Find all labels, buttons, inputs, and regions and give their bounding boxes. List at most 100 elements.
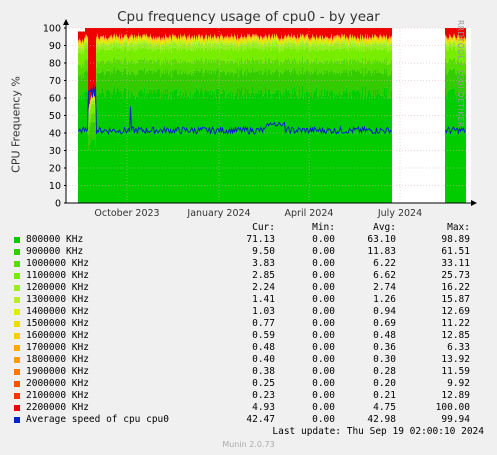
stack-segment xyxy=(188,49,190,62)
stack-segment xyxy=(161,61,163,73)
stack-segment xyxy=(322,36,324,38)
stack-segment xyxy=(166,72,168,94)
stack-segment xyxy=(144,46,146,58)
stack-segment xyxy=(252,39,254,42)
stack-segment xyxy=(207,46,209,52)
stack-segment xyxy=(121,40,123,43)
stack-segment xyxy=(382,95,384,203)
stack-segment xyxy=(246,39,248,40)
stack-segment xyxy=(230,28,232,37)
stack-segment xyxy=(134,37,136,39)
stack-segment xyxy=(340,42,342,44)
stack-segment xyxy=(267,63,269,75)
stack-segment xyxy=(237,36,239,38)
stack-segment xyxy=(453,28,455,35)
stack-segment xyxy=(204,40,206,41)
stack-segment xyxy=(336,36,338,37)
stack-segment xyxy=(264,72,266,94)
stack-segment xyxy=(338,49,340,62)
stack-segment xyxy=(167,40,169,42)
stack-segment xyxy=(390,40,392,42)
stack-segment xyxy=(315,42,317,45)
stack-segment xyxy=(260,37,262,39)
stack-segment xyxy=(129,38,131,40)
stack-segment xyxy=(328,41,330,43)
stack-segment xyxy=(280,50,282,62)
stack-segment xyxy=(201,28,203,36)
stack-segment xyxy=(200,40,202,43)
stack-segment xyxy=(379,93,381,203)
stack-segment xyxy=(85,37,87,39)
stack-segment xyxy=(387,42,389,44)
stack-segment xyxy=(376,61,378,73)
stack-segment xyxy=(261,28,263,37)
stack-segment xyxy=(305,73,307,97)
stack-segment xyxy=(132,93,134,203)
stack-segment xyxy=(138,70,140,92)
stack-segment xyxy=(357,48,359,60)
stack-segment xyxy=(84,39,86,40)
stack-segment xyxy=(240,37,242,39)
stack-segment xyxy=(236,28,238,39)
stack-segment xyxy=(203,75,205,98)
stack-segment xyxy=(350,35,352,36)
stack-segment xyxy=(270,45,272,51)
stack-segment xyxy=(359,62,361,73)
stack-segment xyxy=(205,43,207,48)
stack-segment xyxy=(202,39,204,42)
stack-segment xyxy=(99,28,101,39)
stack-segment xyxy=(240,39,242,41)
stack-segment xyxy=(351,51,353,64)
stack-segment xyxy=(326,42,328,45)
stack-segment xyxy=(96,40,98,42)
stack-segment xyxy=(260,90,262,203)
stack-segment xyxy=(291,71,293,94)
stack-segment xyxy=(83,49,85,55)
stack-segment xyxy=(175,43,177,48)
stack-segment xyxy=(191,28,193,37)
stack-segment xyxy=(354,37,356,39)
stack-segment xyxy=(329,41,331,43)
stack-segment xyxy=(99,46,101,52)
stack-segment xyxy=(244,48,246,61)
stack-segment xyxy=(122,75,124,98)
stack-segment xyxy=(189,35,191,37)
stack-segment xyxy=(145,35,147,36)
stack-segment xyxy=(202,36,204,37)
stack-segment xyxy=(112,28,114,38)
stack-segment xyxy=(364,74,366,96)
stack-segment xyxy=(185,37,187,39)
stack-segment xyxy=(107,40,109,41)
stack-segment xyxy=(362,40,364,43)
stack-segment xyxy=(294,67,296,88)
stack-segment xyxy=(292,40,294,43)
stack-segment xyxy=(454,39,456,42)
stack-segment xyxy=(359,43,361,45)
stack-segment xyxy=(168,38,170,40)
stack-segment xyxy=(445,36,447,38)
stack-segment xyxy=(145,37,147,39)
stack-segment xyxy=(317,43,319,46)
stack-segment xyxy=(139,89,141,203)
stack-segment xyxy=(240,90,242,203)
stack-segment xyxy=(306,40,308,43)
stack-segment xyxy=(376,94,378,203)
stack-segment xyxy=(219,40,221,42)
stack-segment xyxy=(367,48,369,62)
stack-segment xyxy=(223,45,225,50)
stack-segment xyxy=(158,41,160,43)
stack-segment xyxy=(94,28,96,96)
stack-segment xyxy=(188,44,190,50)
stack-segment xyxy=(248,48,250,61)
stack-segment xyxy=(360,73,362,98)
stack-segment xyxy=(376,72,378,95)
stack-segment xyxy=(94,101,96,106)
stack-segment xyxy=(122,40,124,43)
stack-segment xyxy=(236,40,238,42)
stack-segment xyxy=(211,51,213,63)
stack-segment xyxy=(169,28,171,35)
stack-segment xyxy=(192,72,194,95)
stack-segment xyxy=(310,41,312,43)
stack-segment xyxy=(132,36,134,38)
stack-segment xyxy=(267,39,269,41)
